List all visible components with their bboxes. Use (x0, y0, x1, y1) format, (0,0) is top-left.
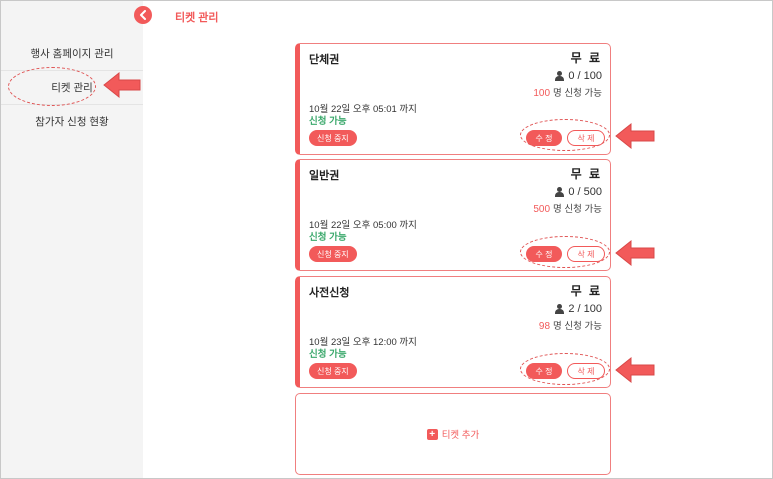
collapse-sidebar-button[interactable] (134, 6, 152, 24)
ticket-price: 무 료 (570, 167, 602, 181)
delete-button[interactable]: 삭 제 (567, 363, 605, 379)
ticket-status: 신청 가능 (309, 232, 347, 243)
sidebar-item-label: 티켓 관리 (51, 82, 93, 94)
ticket-availability: 98 명 신청 가능 (539, 318, 602, 332)
stop-registration-button[interactable]: 신청 중지 (309, 130, 357, 146)
sidebar-item-tickets[interactable]: 티켓 관리 (1, 71, 143, 105)
chevron-left-icon (140, 10, 146, 20)
main-content: 티켓 관리 단체권 무 료 0 / 100 100 명 신청 가능 10월 22일… (143, 1, 772, 478)
ticket-count-value: 2 / 100 (568, 303, 602, 315)
stop-registration-button[interactable]: 신청 중지 (309, 246, 357, 262)
ticket-card: 사전신청 무 료 2 / 100 98 명 신청 가능 10월 23일 오후 12… (295, 276, 611, 388)
sidebar-item-label: 참가자 신청 현황 (35, 115, 109, 128)
ticket-available-text: 명 신청 가능 (553, 88, 602, 99)
delete-button[interactable]: 삭 제 (567, 130, 605, 146)
ticket-name: 일반권 (309, 170, 340, 182)
user-icon (555, 187, 565, 197)
ticket-available-number: 500 (533, 204, 551, 215)
ticket-available-text: 명 신청 가능 (553, 204, 602, 215)
sidebar: 행사 홈페이지 관리 티켓 관리 참가자 신청 현황 (1, 1, 143, 478)
ticket-available-number: 100 (533, 88, 551, 99)
edit-button[interactable]: 수 정 (526, 130, 562, 146)
stop-registration-button[interactable]: 신청 중지 (309, 363, 357, 379)
ticket-price: 무 료 (570, 284, 602, 298)
add-ticket-label: 티켓 추가 (441, 430, 480, 441)
ticket-count-value: 0 / 100 (568, 70, 602, 82)
ticket-available-text: 명 신청 가능 (553, 321, 602, 332)
ticket-price: 무 료 (570, 51, 602, 65)
ticket-available-number: 98 (538, 321, 551, 332)
ticket-count: 2 / 100 (555, 303, 602, 315)
add-ticket-button[interactable]: + 티켓 추가 (295, 393, 611, 475)
user-icon (555, 71, 565, 81)
edit-button[interactable]: 수 정 (526, 363, 562, 379)
ticket-availability: 500 명 신청 가능 (533, 201, 602, 215)
ticket-status: 신청 가능 (309, 116, 347, 127)
plus-icon: + (426, 428, 438, 440)
sidebar-item-homepage[interactable]: 행사 홈페이지 관리 (1, 37, 143, 71)
ticket-status: 신청 가능 (309, 349, 347, 360)
ticket-availability: 100 명 신청 가능 (533, 85, 602, 99)
ticket-count: 0 / 500 (555, 186, 602, 198)
ticket-card: 일반권 무 료 0 / 500 500 명 신청 가능 10월 22일 오후 05… (295, 159, 611, 271)
sidebar-item-participants[interactable]: 참가자 신청 현황 (1, 104, 143, 138)
edit-button[interactable]: 수 정 (526, 246, 562, 262)
delete-button[interactable]: 삭 제 (567, 246, 605, 262)
ticket-card: 단체권 무 료 0 / 100 100 명 신청 가능 10월 22일 오후 05… (295, 43, 611, 155)
ticket-count-value: 0 / 500 (568, 186, 602, 198)
ticket-count: 0 / 100 (555, 70, 602, 82)
ticket-name: 사전신청 (309, 287, 350, 299)
page-title: 티켓 관리 (175, 12, 219, 24)
ticket-name: 단체권 (309, 54, 340, 66)
sidebar-item-label: 행사 홈페이지 관리 (30, 48, 114, 60)
user-icon (555, 304, 565, 314)
